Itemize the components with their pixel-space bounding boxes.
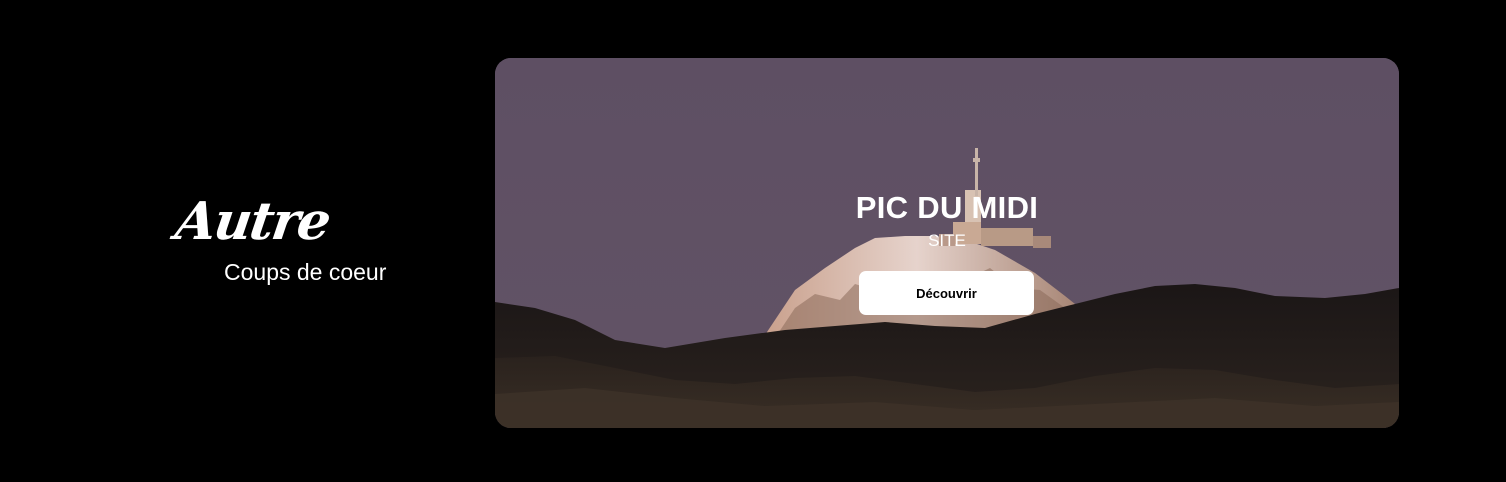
card-content: PIC DU MIDI SITE Découvrir	[495, 58, 1399, 428]
card-category: SITE	[928, 231, 966, 250]
section-subtitle: Coups de coeur	[224, 259, 387, 285]
featured-card[interactable]: PIC DU MIDI SITE Découvrir	[495, 58, 1399, 428]
discover-button[interactable]: Découvrir	[859, 271, 1034, 315]
card-title: PIC DU MIDI	[855, 190, 1039, 225]
section-script-title: Autre	[171, 191, 334, 252]
section-heading: Autre Coups de coeur	[172, 191, 436, 292]
